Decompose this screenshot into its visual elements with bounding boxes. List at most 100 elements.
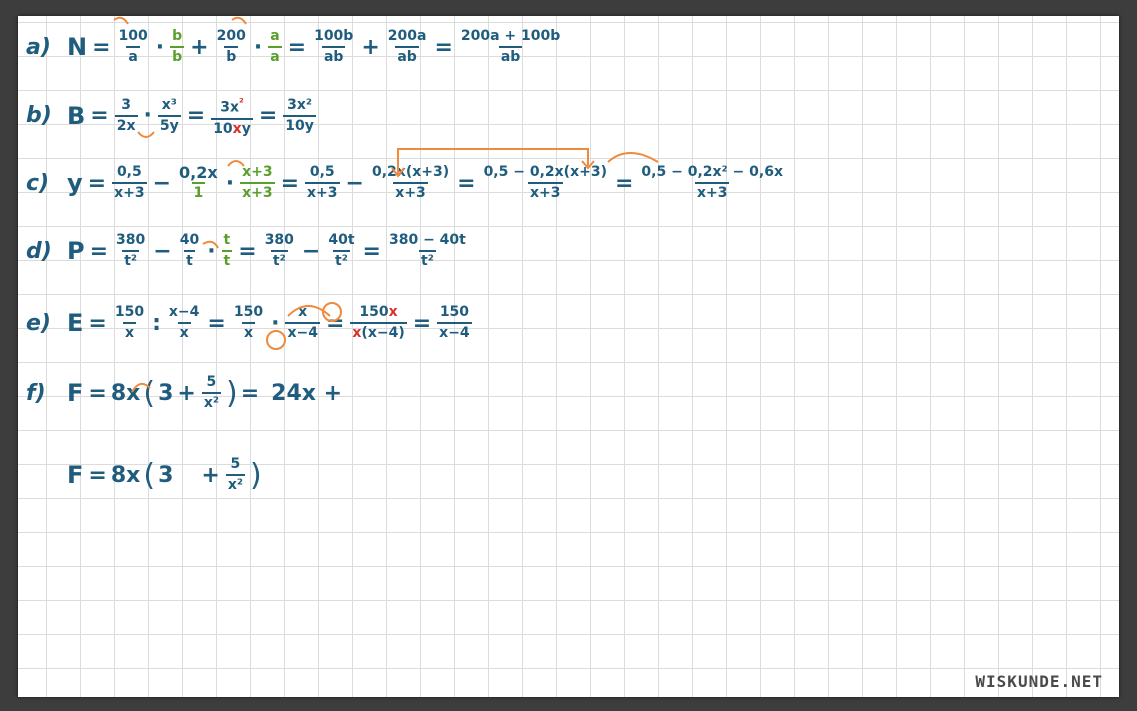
- cancelled-exponent: ²: [238, 96, 244, 109]
- fraction: 100b ab: [314, 28, 354, 65]
- row-label: f): [26, 380, 46, 406]
- dot-operator: ·: [143, 103, 152, 129]
- orange-arc: [231, 16, 247, 25]
- fraction-green: bb: [170, 28, 185, 65]
- dot-operator: ·: [207, 238, 216, 264]
- equals-sign: =: [92, 34, 111, 60]
- variable: y: [67, 169, 83, 197]
- minus-sign: −: [153, 238, 172, 264]
- equals-sign: =: [207, 310, 226, 336]
- coefficient: 8x: [110, 462, 141, 488]
- fraction: 380 − 40t t²: [388, 232, 466, 269]
- variable: F: [67, 379, 84, 407]
- equals-sign: =: [325, 310, 345, 336]
- minus-sign: −: [301, 238, 321, 264]
- equals-sign: =: [362, 238, 381, 264]
- fraction: 380 t²: [116, 232, 146, 269]
- row-label: e): [26, 310, 51, 336]
- grid-paper: a) N = 100 a · bb + 200 b · aa = 100b ab + …: [18, 16, 1119, 697]
- row-f: f) F = 8x ( 3 + 5 x² ) = 24x +: [18, 374, 344, 412]
- right-paren: ): [225, 375, 238, 411]
- equals-sign: =: [88, 310, 107, 336]
- fraction-green: aa: [268, 28, 282, 65]
- dot-operator: ·: [253, 34, 263, 60]
- fraction: 150 x: [114, 304, 145, 341]
- equals-sign: =: [90, 103, 109, 129]
- equals-sign: =: [240, 380, 260, 406]
- row-label: c): [26, 170, 50, 196]
- right-paren: ): [249, 457, 262, 493]
- fraction: 0,5 − 0,2x² − 0,6x x+3: [641, 164, 783, 201]
- plus-sign: +: [177, 380, 196, 406]
- fraction: 0,5 − 0,2x(x+3) x+3: [483, 164, 607, 201]
- row-e: e) E = 150 x : x−4 x = 150 x · x x−4 = 150x …: [18, 304, 476, 342]
- row-d: d) P = 380 t² − 40 t · tt = 380 t² − 40t t² …: [18, 232, 472, 270]
- variable: B: [67, 101, 86, 130]
- fraction: 0,5 x+3: [112, 164, 147, 201]
- fraction: 150x x(x−4): [350, 304, 407, 341]
- fraction: 40 t: [179, 232, 200, 269]
- row-g: F = 8x ( 3 + 5 x² ): [18, 456, 263, 494]
- fraction: x³ 5y: [157, 96, 181, 134]
- equals-sign: =: [88, 380, 107, 406]
- fraction: 0,5 x+3: [305, 164, 340, 201]
- minus-sign: −: [345, 170, 364, 196]
- fraction-green: tt: [221, 232, 233, 269]
- equals-sign: =: [412, 310, 432, 336]
- plus-sign: +: [190, 34, 209, 60]
- cancelled-x: x: [232, 120, 242, 137]
- orange-arc: [607, 152, 659, 163]
- colon-operator: :: [152, 310, 161, 336]
- equals-sign: =: [434, 34, 453, 60]
- left-paren: (: [143, 457, 156, 493]
- coefficient: 8x: [110, 380, 141, 406]
- fraction-whole: 0,2x 1: [179, 163, 218, 201]
- plus-sign: +: [361, 34, 380, 60]
- variable: F: [67, 461, 84, 489]
- row-label: a): [26, 34, 51, 60]
- cancelled-x: x: [388, 304, 398, 320]
- fraction: x x−4: [285, 304, 320, 341]
- fraction: 100 a: [118, 28, 148, 65]
- row-label: d): [26, 238, 52, 264]
- minus-sign: −: [152, 170, 172, 196]
- fraction: 150 x: [233, 304, 264, 341]
- fraction: 200a + 100b ab: [460, 28, 561, 65]
- plus-sign: +: [201, 462, 220, 488]
- fraction: 5 x²: [225, 456, 245, 493]
- dot-operator: ·: [271, 310, 280, 336]
- equals-sign: =: [87, 170, 107, 196]
- fraction-green: x+3 x+3: [240, 164, 275, 201]
- fraction: 0,2x(x+3) x+3: [371, 164, 450, 201]
- row-label: b): [26, 103, 52, 129]
- partial-result: 24x +: [271, 380, 343, 406]
- fraction: 3x² 10y: [283, 96, 316, 134]
- fraction: 5 x²: [201, 374, 221, 411]
- equals-sign: =: [287, 34, 307, 60]
- equals-sign: =: [280, 170, 300, 196]
- variable: N: [67, 33, 88, 61]
- term: 3: [158, 380, 174, 406]
- dot-operator: ·: [225, 170, 235, 196]
- equals-sign: =: [258, 103, 278, 129]
- row-b: b) B = 3 2x · x³ 5y = 3x² 10xy = 3x² 10y: [18, 94, 320, 138]
- left-paren: (: [143, 375, 156, 411]
- equals-sign: =: [457, 170, 476, 196]
- row-a: a) N = 100 a · bb + 200 b · aa = 100b ab + …: [18, 28, 566, 66]
- term: 3: [158, 462, 174, 488]
- equals-sign: =: [238, 238, 257, 264]
- variable: E: [67, 309, 84, 337]
- fraction: 150 x−4: [437, 304, 472, 341]
- fraction: 3 2x: [114, 96, 138, 134]
- dot-operator: ·: [155, 34, 165, 60]
- watermark: WISKUNDE.NET: [975, 672, 1103, 691]
- fraction: 3x² 10xy: [211, 96, 253, 137]
- fraction: 200 b: [216, 28, 246, 65]
- fraction: x−4 x: [168, 304, 200, 341]
- equals-sign: =: [186, 103, 206, 129]
- equals-sign: =: [614, 170, 634, 196]
- equals-sign: =: [88, 462, 107, 488]
- fraction: 40t t²: [328, 232, 355, 269]
- orange-arc: [113, 16, 129, 25]
- fraction: 380 t²: [264, 232, 294, 269]
